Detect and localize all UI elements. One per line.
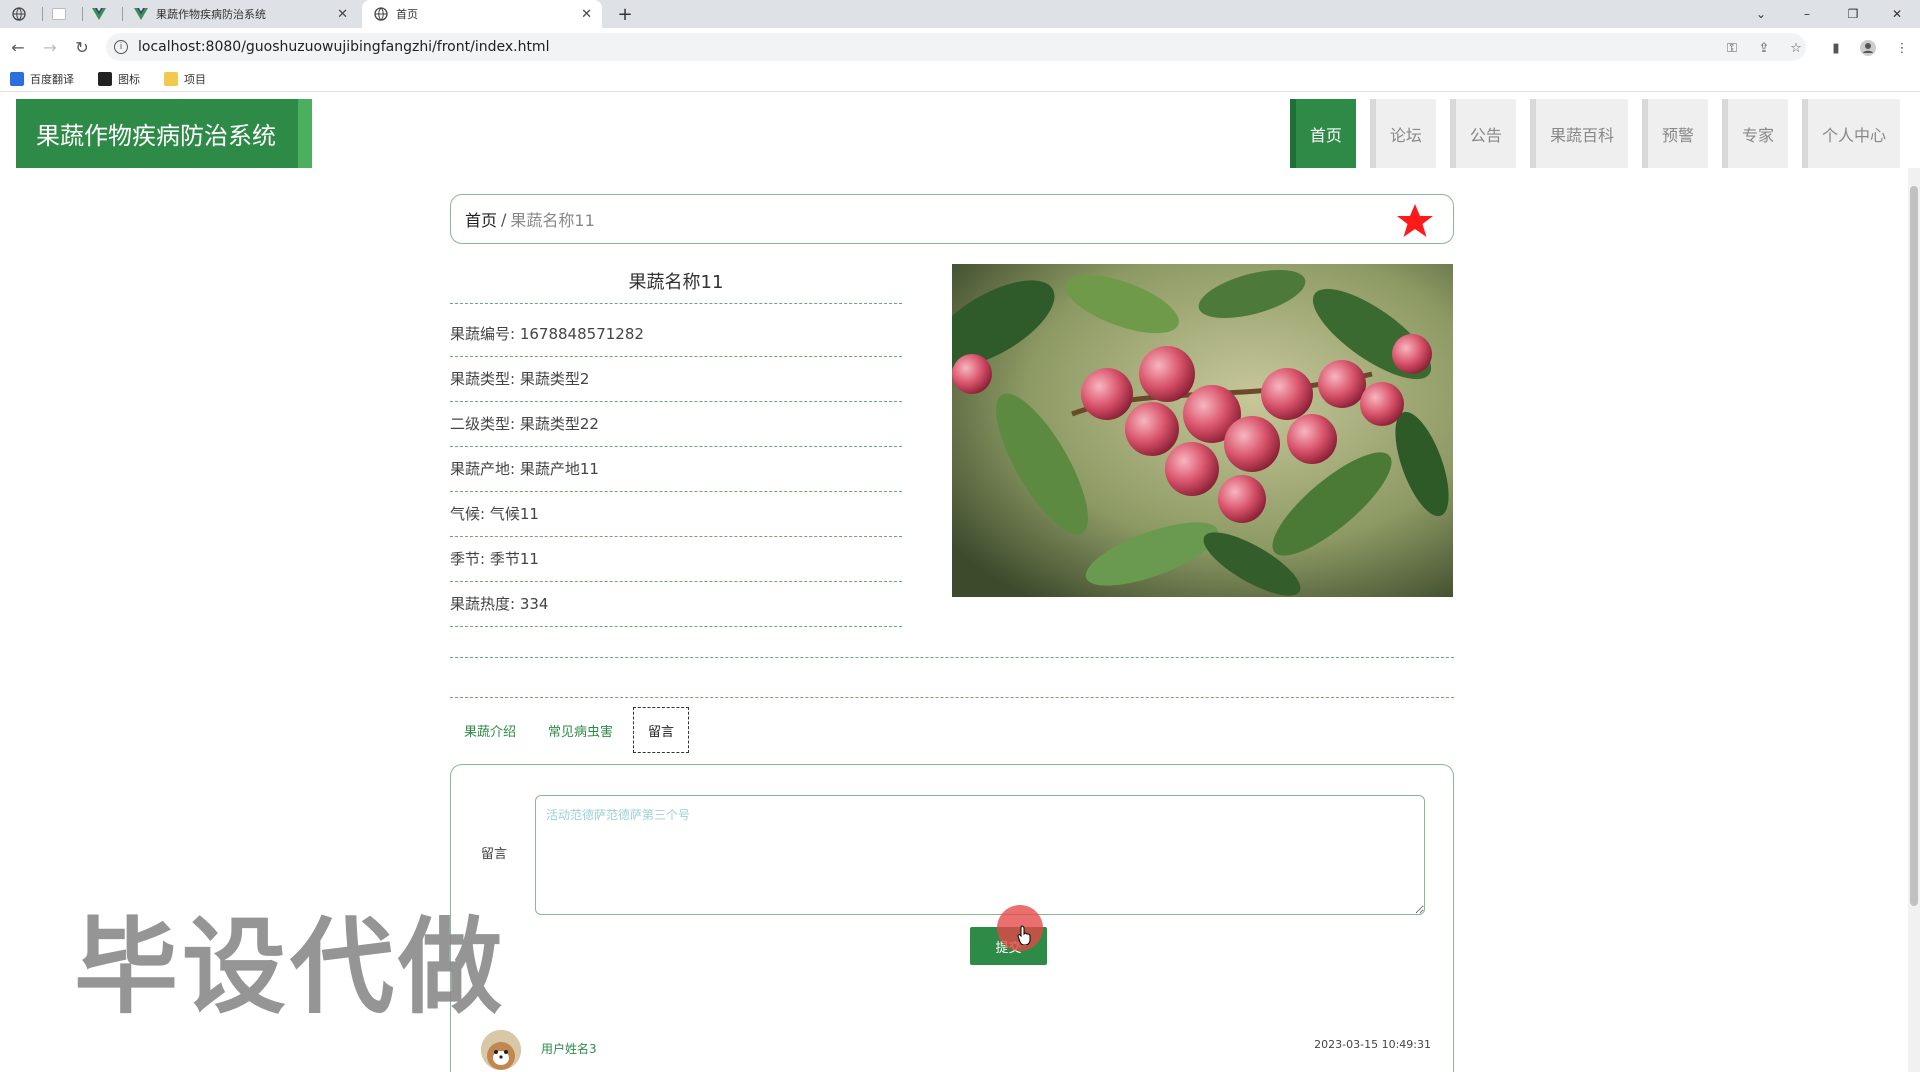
comment-username[interactable]: 用户姓名3 [541,1040,597,1057]
main-nav: 首页 论坛 公告 果蔬百科 预警 专家 个人中心 [1276,99,1900,168]
breadcrumb-separator: / [501,209,507,229]
detail-row: 二级类型: 果蔬类型22 [450,402,902,447]
globe-icon [374,7,388,21]
forward-icon[interactable]: → [40,37,60,57]
nav-encyclopedia[interactable]: 果蔬百科 [1529,99,1628,168]
bookmark-star-icon[interactable]: ☆ [1788,40,1804,56]
close-tab-icon[interactable]: ✕ [581,7,592,22]
bookmark-item[interactable]: 图标 [98,71,140,87]
breadcrumb-current: 果蔬名称11 [510,211,595,230]
bookmark-label: 百度翻译 [30,73,74,86]
share-icon[interactable]: ⇪ [1756,40,1772,56]
browser-tab-strip: 果蔬作物疾病防治系统 ✕ 首页 ✕ + ⌄ – ❐ ✕ [0,0,1920,28]
blank-page-icon [52,7,66,21]
comment-textarea[interactable] [535,795,1425,915]
vue-logo-icon [92,7,106,21]
tab-pests[interactable]: 常见病虫害 [534,707,627,753]
nav-warnings[interactable]: 预警 [1641,99,1708,168]
browser-toolbar: ← → ↻ i localhost:8080/guoshuzuowujibing… [0,28,1920,66]
url-text: localhost:8080/guoshuzuowujibingfangzhi/… [138,39,550,55]
bookmarks-bar: 百度翻译 图标 项目 [0,66,1920,92]
scrollbar-thumb[interactable] [1910,186,1918,906]
browser-tab[interactable] [46,0,80,28]
product-image [952,264,1453,597]
browser-tab[interactable] [6,0,40,28]
comment-label: 留言 [481,847,508,862]
nav-profile[interactable]: 个人中心 [1801,99,1900,168]
reload-icon[interactable]: ↻ [72,37,92,57]
detail-row: 果蔬编号: 1678848571282 [450,312,902,357]
bookmark-label: 项目 [184,73,206,86]
tab-comments[interactable]: 留言 [633,707,690,753]
browser-tab[interactable]: 果蔬作物疾病防治系统 ✕ [126,0,358,28]
comment-item: 用户姓名3 2023-03-15 10:49:31 [481,1030,1431,1070]
hand-cursor-icon [1017,925,1033,946]
bookmark-label: 图标 [118,73,140,86]
divider [450,657,1454,658]
browser-tab[interactable] [86,0,120,28]
browser-tab-active[interactable]: 首页 ✕ [362,0,602,28]
avatar [481,1030,521,1070]
detail-tabs: 果蔬介绍 常见病虫害 留言 [450,707,693,753]
menu-icon[interactable]: ⋮ [1894,40,1910,56]
detail-row: 果蔬热度: 334 [450,582,902,627]
vue-logo-icon [134,7,148,21]
page: 果蔬作物疾病防治系统 首页 论坛 公告 果蔬百科 预警 专家 个人中心 首页 /… [0,92,1920,1072]
nav-announcements[interactable]: 公告 [1449,99,1516,168]
tab-intro[interactable]: 果蔬介绍 [450,707,530,753]
comment-time: 2023-03-15 10:49:31 [1314,1038,1431,1051]
site-title: 果蔬作物疾病防治系统 [16,99,312,168]
image-icon [98,72,112,86]
folder-icon [164,72,178,86]
watermark: 毕设代做 [74,906,507,1028]
detail-row: 气候: 气候11 [450,492,902,537]
close-tab-icon[interactable]: ✕ [337,7,348,22]
close-window-icon[interactable]: ✕ [1874,0,1920,28]
restore-icon[interactable]: ❐ [1830,0,1876,28]
side-panel-icon[interactable]: ▮ [1828,40,1844,56]
comment-panel: 留言 提交 用户姓名3 2023-03-15 10:49:31 [450,764,1454,1072]
address-bar[interactable]: i localhost:8080/guoshuzuowujibingfangzh… [106,33,1806,61]
key-icon[interactable]: ⚿ [1724,40,1740,56]
detail-row: 果蔬产地: 果蔬产地11 [450,447,902,492]
breadcrumb-home[interactable]: 首页 [465,207,497,231]
product-title: 果蔬名称11 [450,262,902,304]
nav-forum[interactable]: 论坛 [1369,99,1436,168]
globe-icon [12,7,26,21]
page-scrollbar[interactable] [1908,168,1920,1072]
bookmark-item[interactable]: 百度翻译 [10,71,74,87]
site-info-icon[interactable]: i [114,40,128,54]
breadcrumb: 首页 / 果蔬名称11 [450,194,1454,244]
nav-experts[interactable]: 专家 [1721,99,1788,168]
detail-row: 果蔬类型: 果蔬类型2 [450,357,902,402]
profile-icon[interactable] [1860,40,1876,56]
tab-title: 果蔬作物疾病防治系统 [156,8,266,21]
tab-title: 首页 [396,8,418,21]
tab-search-icon[interactable]: ⌄ [1738,0,1784,28]
new-tab-button[interactable]: + [612,0,638,28]
divider [450,697,1454,698]
favorite-star-icon[interactable] [1395,201,1435,241]
translate-icon [10,72,24,86]
detail-row: 季节: 季节11 [450,537,902,582]
nav-home[interactable]: 首页 [1289,99,1356,168]
back-icon[interactable]: ← [8,37,28,57]
bookmark-item[interactable]: 项目 [164,71,206,87]
minimize-icon[interactable]: – [1784,0,1830,28]
